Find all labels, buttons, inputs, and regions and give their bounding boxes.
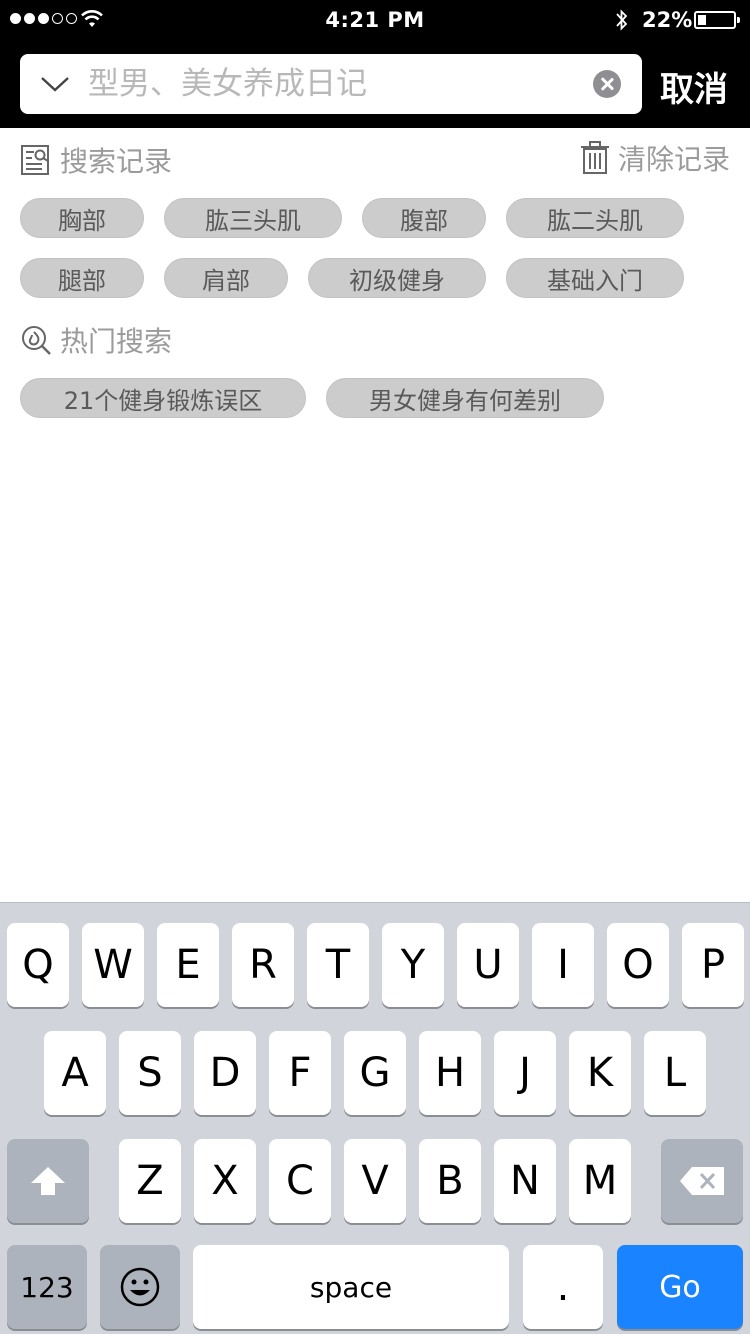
key-c[interactable]: C — [269, 1139, 331, 1223]
hot-tag[interactable]: 男女健身有何差别 — [326, 378, 604, 418]
bluetooth-icon — [616, 9, 628, 31]
key-x[interactable]: X — [194, 1139, 256, 1223]
flame-search-icon — [22, 326, 51, 355]
go-key[interactable]: Go — [617, 1245, 743, 1329]
chevron-down-icon[interactable] — [40, 70, 70, 98]
key-e[interactable]: E — [157, 923, 219, 1007]
key-v[interactable]: V — [344, 1139, 406, 1223]
hot-title: 热门搜索 — [60, 325, 173, 358]
status-bar: 4:21 PM 22% — [0, 0, 750, 40]
status-time: 4:21 PM — [325, 8, 425, 32]
trash-icon — [580, 141, 609, 174]
key-b[interactable]: B — [419, 1139, 481, 1223]
key-r[interactable]: R — [232, 923, 294, 1007]
key-p[interactable]: P — [682, 923, 744, 1007]
key-t[interactable]: T — [307, 923, 369, 1007]
history-tag[interactable]: 初级健身 — [308, 258, 486, 298]
clear-search-icon[interactable] — [593, 70, 621, 98]
history-header: 搜索记录 — [20, 140, 172, 180]
emoji-key[interactable] — [100, 1245, 180, 1329]
key-n[interactable]: N — [494, 1139, 556, 1223]
search-box[interactable] — [20, 54, 642, 114]
shift-key[interactable] — [7, 1139, 89, 1223]
key-j[interactable]: J — [494, 1031, 556, 1115]
history-tag[interactable]: 胸部 — [20, 198, 144, 238]
key-a[interactable]: A — [44, 1031, 106, 1115]
battery-percent: 22% — [642, 8, 693, 32]
hot-header: 热门搜索 — [20, 320, 172, 360]
key-z[interactable]: Z — [119, 1139, 181, 1223]
cancel-button[interactable]: 取消 — [660, 62, 728, 111]
backspace-icon — [680, 1167, 724, 1195]
clear-history-label: 清除记录 — [617, 143, 730, 176]
key-s[interactable]: S — [119, 1031, 181, 1115]
key-d[interactable]: D — [194, 1031, 256, 1115]
top-bar: 4:21 PM 22% 取消 — [0, 0, 750, 128]
key-g[interactable]: G — [344, 1031, 406, 1115]
key-f[interactable]: F — [269, 1031, 331, 1115]
key-i[interactable]: I — [532, 923, 594, 1007]
space-key[interactable]: space — [193, 1245, 509, 1329]
numbers-key[interactable]: 123 — [7, 1245, 87, 1329]
history-tag[interactable]: 腿部 — [20, 258, 144, 298]
history-tag[interactable]: 肩部 — [164, 258, 288, 298]
key-m[interactable]: M — [569, 1139, 631, 1223]
delete-key[interactable] — [661, 1139, 743, 1223]
key-o[interactable]: O — [607, 923, 669, 1007]
key-w[interactable]: W — [82, 923, 144, 1007]
key-y[interactable]: Y — [382, 923, 444, 1007]
key-u[interactable]: U — [457, 923, 519, 1007]
search-input[interactable] — [88, 60, 588, 108]
history-tag[interactable]: 腹部 — [362, 198, 486, 238]
shift-arrow-icon — [31, 1167, 65, 1195]
clear-history-button[interactable]: 清除记录 — [580, 138, 730, 178]
key-l[interactable]: L — [644, 1031, 706, 1115]
key-q[interactable]: Q — [7, 923, 69, 1007]
search-screen: 4:21 PM 22% 取消 搜索记录 — [0, 0, 750, 1334]
history-title: 搜索记录 — [60, 145, 173, 178]
battery-icon — [694, 11, 740, 29]
key-h[interactable]: H — [419, 1031, 481, 1115]
history-tag[interactable]: 肱二头肌 — [506, 198, 684, 238]
keyboard: Q W E R T Y U I O P A S D F G H J K L Z … — [0, 902, 750, 1334]
key-k[interactable]: K — [569, 1031, 631, 1115]
hot-tag[interactable]: 21个健身锻炼误区 — [20, 378, 306, 418]
emoji-icon — [120, 1267, 160, 1307]
history-tag[interactable]: 基础入门 — [506, 258, 684, 298]
history-tag[interactable]: 肱三头肌 — [164, 198, 342, 238]
period-key[interactable]: . — [523, 1245, 603, 1329]
history-icon — [21, 145, 49, 175]
